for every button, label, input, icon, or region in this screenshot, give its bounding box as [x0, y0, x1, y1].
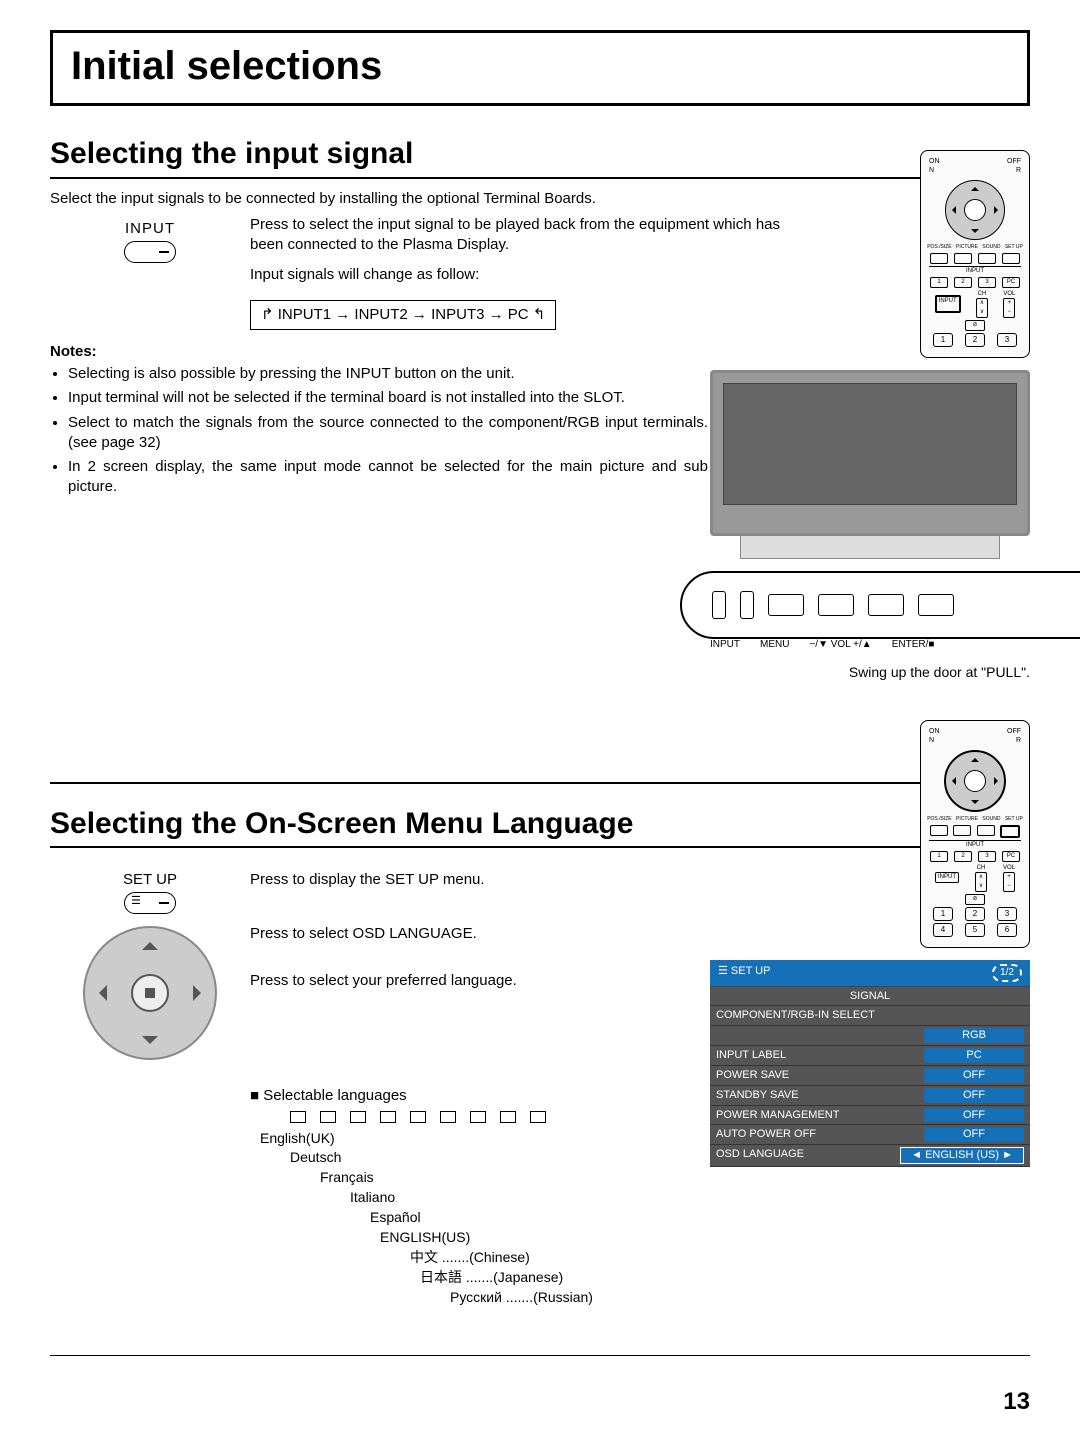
- section-2-heading: Selecting the On-Screen Menu Language: [50, 804, 1030, 849]
- tv-caption: Swing up the door at "PULL".: [710, 663, 1030, 682]
- section-1-intro: Select the input signals to be connected…: [50, 189, 1030, 209]
- page-title: Initial selections: [71, 39, 1009, 93]
- section-divider: [50, 782, 1030, 784]
- osd-menu-screenshot: ☰ SET UP 1/2 SIGNAL COMPONENT/RGB-IN SEL…: [710, 960, 1030, 1167]
- press-description: Press to select the input signal to be p…: [250, 215, 780, 256]
- input-flow: ↱ INPUT1 → INPUT2 → INPUT3 → PC ↰: [250, 300, 556, 330]
- page-title-box: Initial selections: [50, 30, 1030, 106]
- input-button-diagram: INPUT: [50, 215, 250, 330]
- tv-illustration: INPUT MENU −/▼ VOL +/▲ ENTER/■ Swing up …: [710, 370, 1030, 682]
- step-3-text: Press to select your preferred language.: [250, 971, 517, 991]
- notes-list: Selecting is also possible by pressing t…: [50, 364, 708, 498]
- setup-button-diagram: SET UP ☰: [50, 870, 250, 914]
- bottom-rule: [50, 1355, 1030, 1356]
- change-description: Input signals will change as follow:: [250, 265, 780, 285]
- dpad-diagram: [83, 926, 217, 1060]
- notes-heading: Notes:: [50, 342, 1030, 362]
- remote-control-illustration-1: ONOFF NR POS./SIZEPICTURESOUNDSET UP INP…: [920, 150, 1030, 358]
- remote-control-illustration-2: ONOFF NR POS./SIZEPICTURESOUNDSET UP INP…: [920, 720, 1030, 948]
- step-1-text: Press to display the SET UP menu.: [250, 870, 485, 890]
- section-1-heading: Selecting the input signal: [50, 134, 1030, 179]
- page-number: 13: [50, 1386, 1030, 1418]
- step-2-text: Press to select OSD LANGUAGE.: [250, 924, 517, 944]
